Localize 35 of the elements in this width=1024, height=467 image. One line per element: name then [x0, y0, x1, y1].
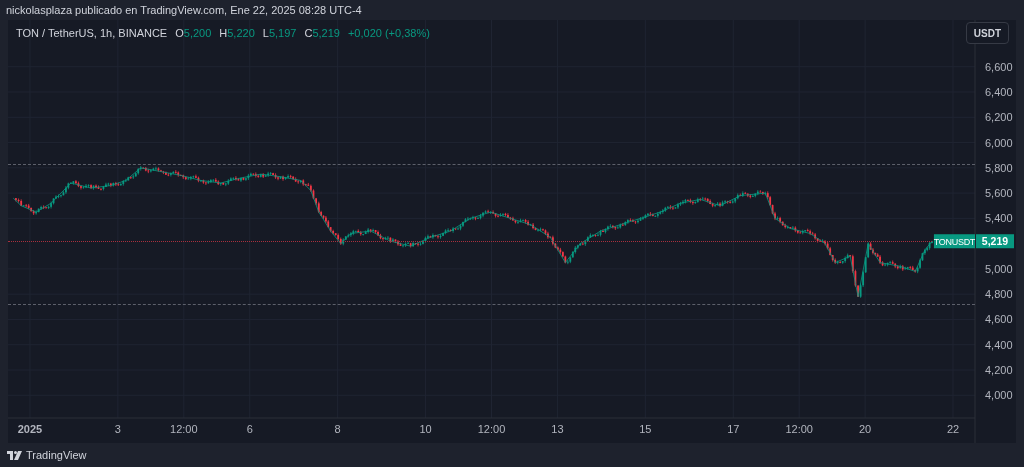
- ohlc-value: L5,197: [262, 26, 297, 41]
- header-title: nickolasplaza publicado en TradingView.com, Ene 22, 2025 08:28 UTC-4: [6, 2, 362, 18]
- brand-name: TradingView: [26, 447, 87, 463]
- ohlc-value: C5,219: [304, 26, 340, 41]
- price-axis-label: 5,400: [985, 212, 1013, 225]
- legend-label: TONUSDT: [933, 236, 976, 247]
- ohlc-value: H5,220: [219, 26, 255, 41]
- price-axis-label: 4,600: [985, 313, 1013, 326]
- price-axis-label: 6,000: [985, 136, 1013, 149]
- time-axis-label: 3: [114, 423, 121, 435]
- price-axis-label: 4,800: [985, 288, 1013, 301]
- price-axis-label: 4,000: [985, 389, 1013, 402]
- change-value: +0,020 (+0,38%): [347, 26, 430, 41]
- price-axis-label: 5,600: [985, 187, 1013, 200]
- time-axis-label: 20: [859, 423, 872, 435]
- time-axis-label: 15: [639, 423, 652, 435]
- time-axis-label: 12:00: [477, 423, 506, 435]
- time-axis-label: 10: [419, 423, 432, 435]
- price-axis-label: 6,400: [985, 86, 1013, 98]
- time-axis-label: 12:00: [170, 423, 198, 435]
- price-axis-label: 5,000: [985, 262, 1013, 275]
- price-axis-label: 5,800: [985, 161, 1013, 174]
- price-axis-label: 4,400: [985, 338, 1013, 351]
- price-axis-label: 6,200: [985, 111, 1013, 124]
- price-axis-label: 4,200: [985, 364, 1013, 376]
- time-axis-label: 13: [551, 423, 564, 435]
- price-axis-label: 6,600: [985, 60, 1013, 73]
- ohlc-value: O5,200: [175, 26, 212, 41]
- time-axis-label: 22: [946, 423, 960, 435]
- symbol-label: TON / TetherUS, 1h, BINANCE: [16, 26, 168, 41]
- time-axis-label: 12:00: [785, 423, 813, 435]
- time-axis-label: 17: [727, 423, 740, 435]
- time-axis-label: 6: [246, 423, 253, 435]
- time-axis-label: 2025: [17, 423, 43, 435]
- time-axis-label: 8: [334, 423, 341, 435]
